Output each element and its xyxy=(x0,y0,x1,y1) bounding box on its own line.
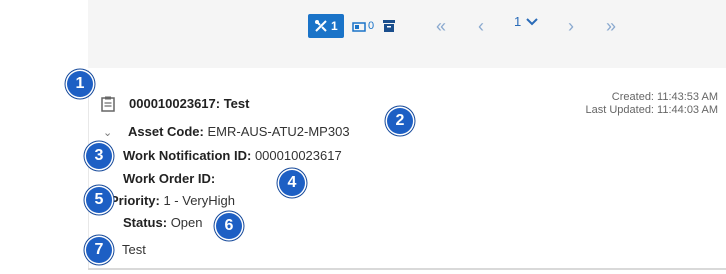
asset-code-row: Asset Code: EMR-AUS-ATU2-MP303 xyxy=(128,124,350,139)
notification-id-row: Work Notification ID: 000010023617 xyxy=(123,148,342,163)
callout-badge-7: 7 xyxy=(86,237,112,263)
callout-badge-4: 4 xyxy=(279,170,305,196)
asset-code-value: EMR-AUS-ATU2-MP303 xyxy=(207,124,350,139)
created-time: Created: 11:43:53 AM xyxy=(611,91,718,103)
attachment-icon xyxy=(352,22,366,32)
status-value: Open xyxy=(170,215,203,230)
archive-button[interactable] xyxy=(383,14,395,38)
chevron-down-icon xyxy=(526,17,538,25)
archive-icon xyxy=(383,20,395,32)
previous-page-button[interactable]: ‹ xyxy=(478,14,484,38)
timestamps: Created: 11:43:53 AM Last Updated: 11:44… xyxy=(586,91,719,117)
last-page-button[interactable]: » xyxy=(606,14,616,38)
attachment-button[interactable]: 0 xyxy=(352,14,374,38)
attachment-count: 0 xyxy=(368,20,375,32)
callout-badge-2: 2 xyxy=(387,108,413,134)
next-page-button[interactable]: › xyxy=(568,14,574,38)
callout-badge-3: 3 xyxy=(86,143,112,169)
record-title[interactable]: 000010023617: Test xyxy=(129,96,249,111)
toolbar xyxy=(88,0,726,68)
notification-id-label: Work Notification ID: xyxy=(123,148,252,163)
tools-icon xyxy=(315,20,327,32)
status-label: Status: xyxy=(123,215,168,230)
page-number: 1 xyxy=(514,14,522,29)
callout-badge-5: 5 xyxy=(86,187,112,213)
page-selector[interactable]: 1 xyxy=(514,14,538,29)
notification-id-value: 000010023617 xyxy=(254,148,342,163)
priority-label: Priority: xyxy=(110,193,160,208)
filter-button[interactable]: 1 xyxy=(308,14,344,38)
card-divider xyxy=(88,70,89,268)
callout-badge-6: 6 xyxy=(216,213,242,239)
callout-badge-1: 1 xyxy=(67,71,93,97)
asset-code-label: Asset Code: xyxy=(128,124,204,139)
priority-row: Priority: 1 - VeryHigh xyxy=(110,193,235,208)
expand-chevron-icon[interactable]: ⌄ xyxy=(103,126,112,139)
work-order-id-label: Work Order ID: xyxy=(123,171,216,186)
last-updated-time: Last Updated: 11:44:03 AM xyxy=(585,104,719,116)
first-page-button[interactable]: « xyxy=(436,14,446,38)
work-order-id-row: Work Order ID: xyxy=(123,171,215,186)
description-text: Test xyxy=(122,242,146,257)
clipboard-icon xyxy=(101,96,115,112)
filter-count: 1 xyxy=(331,19,338,33)
priority-value: 1 - VeryHigh xyxy=(163,193,236,208)
status-row: Status: Open xyxy=(123,215,203,230)
